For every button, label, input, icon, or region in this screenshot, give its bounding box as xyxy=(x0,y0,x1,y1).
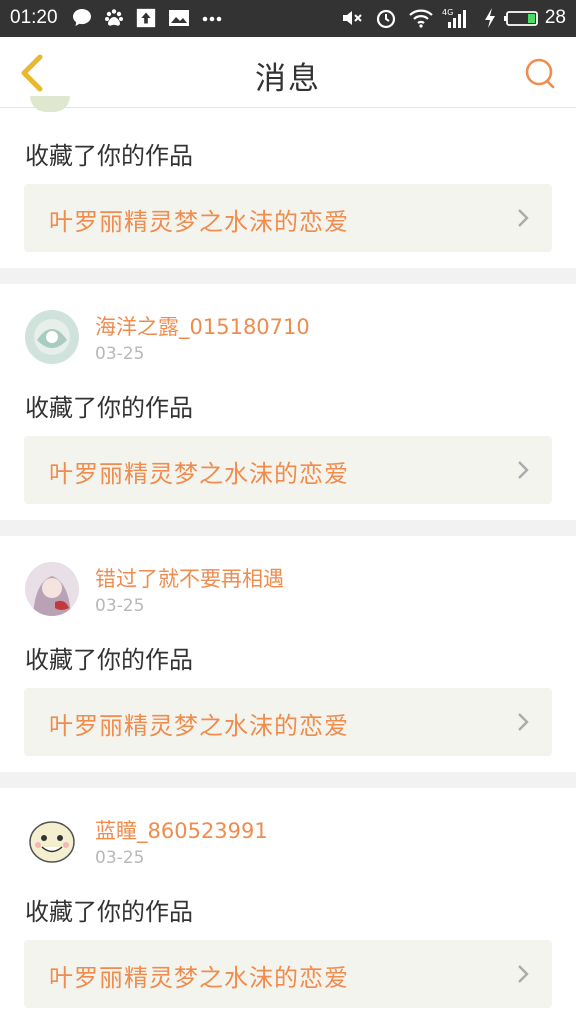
work-link[interactable]: 叶罗丽精灵梦之水沫的恋爱 xyxy=(24,436,552,504)
svg-text:4G: 4G xyxy=(442,8,453,17)
message-card: 蓝瞳_860523991 03-25 收藏了你的作品 叶罗丽精灵梦之水沫的恋爱 xyxy=(0,788,576,1024)
battery-icon xyxy=(504,11,538,26)
message-list: 收藏了你的作品 叶罗丽精灵梦之水沫的恋爱 海洋之露_015180710 03-2… xyxy=(0,96,576,1024)
username[interactable]: 蓝瞳_860523991 xyxy=(95,815,268,845)
action-text: 收藏了你的作品 xyxy=(25,646,193,674)
alarm-icon xyxy=(376,9,396,29)
chevron-right-icon xyxy=(518,461,529,479)
divider xyxy=(0,772,576,788)
paw-icon xyxy=(105,9,123,26)
more-dots-icon xyxy=(202,16,222,22)
charging-icon xyxy=(485,8,495,28)
work-title: 叶罗丽精灵梦之水沫的恋爱 xyxy=(49,964,349,992)
work-title: 叶罗丽精灵梦之水沫的恋爱 xyxy=(49,208,349,236)
status-bar: 01:20 4G 28 xyxy=(0,0,576,37)
action-text: 收藏了你的作品 xyxy=(25,394,193,422)
avatar[interactable] xyxy=(25,814,79,868)
message-date: 03-25 xyxy=(95,848,145,868)
work-title: 叶罗丽精灵梦之水沫的恋爱 xyxy=(49,712,349,740)
work-link[interactable]: 叶罗丽精灵梦之水沫的恋爱 xyxy=(24,184,552,252)
avatar[interactable] xyxy=(25,310,79,364)
username[interactable]: 海洋之露_015180710 xyxy=(95,311,310,341)
chevron-right-icon xyxy=(518,713,529,731)
divider xyxy=(0,268,576,284)
message-card: 海洋之露_015180710 03-25 收藏了你的作品 叶罗丽精灵梦之水沫的恋… xyxy=(0,284,576,520)
action-text: 收藏了你的作品 xyxy=(25,898,193,926)
chevron-right-icon xyxy=(518,965,529,983)
wifi-icon xyxy=(409,9,433,28)
username[interactable]: 错过了就不要再相遇 xyxy=(95,563,284,593)
message-date: 03-25 xyxy=(95,344,145,364)
search-icon[interactable] xyxy=(522,55,558,91)
upload-icon xyxy=(136,8,156,28)
picture-icon xyxy=(169,10,189,26)
signal-4g-icon: 4G xyxy=(442,8,466,28)
work-link[interactable]: 叶罗丽精灵梦之水沫的恋爱 xyxy=(24,688,552,756)
chevron-right-icon xyxy=(518,209,529,227)
action-text: 收藏了你的作品 xyxy=(25,142,193,170)
battery-percentage: 28 xyxy=(544,7,566,28)
divider xyxy=(0,520,576,536)
message-card: 错过了就不要再相遇 03-25 收藏了你的作品 叶罗丽精灵梦之水沫的恋爱 xyxy=(0,536,576,772)
mute-icon xyxy=(343,11,362,25)
work-link[interactable]: 叶罗丽精灵梦之水沫的恋爱 xyxy=(24,940,552,1008)
work-title: 叶罗丽精灵梦之水沫的恋爱 xyxy=(49,460,349,488)
page-title: 消息 xyxy=(255,61,321,97)
avatar[interactable] xyxy=(25,562,79,616)
message-date: 03-25 xyxy=(95,596,145,616)
chat-icon xyxy=(73,9,91,26)
app-header: 消息 xyxy=(0,37,576,108)
avatar[interactable] xyxy=(30,96,70,112)
status-time: 01:20 xyxy=(10,7,58,28)
message-card: 收藏了你的作品 叶罗丽精灵梦之水沫的恋爱 xyxy=(0,96,576,268)
